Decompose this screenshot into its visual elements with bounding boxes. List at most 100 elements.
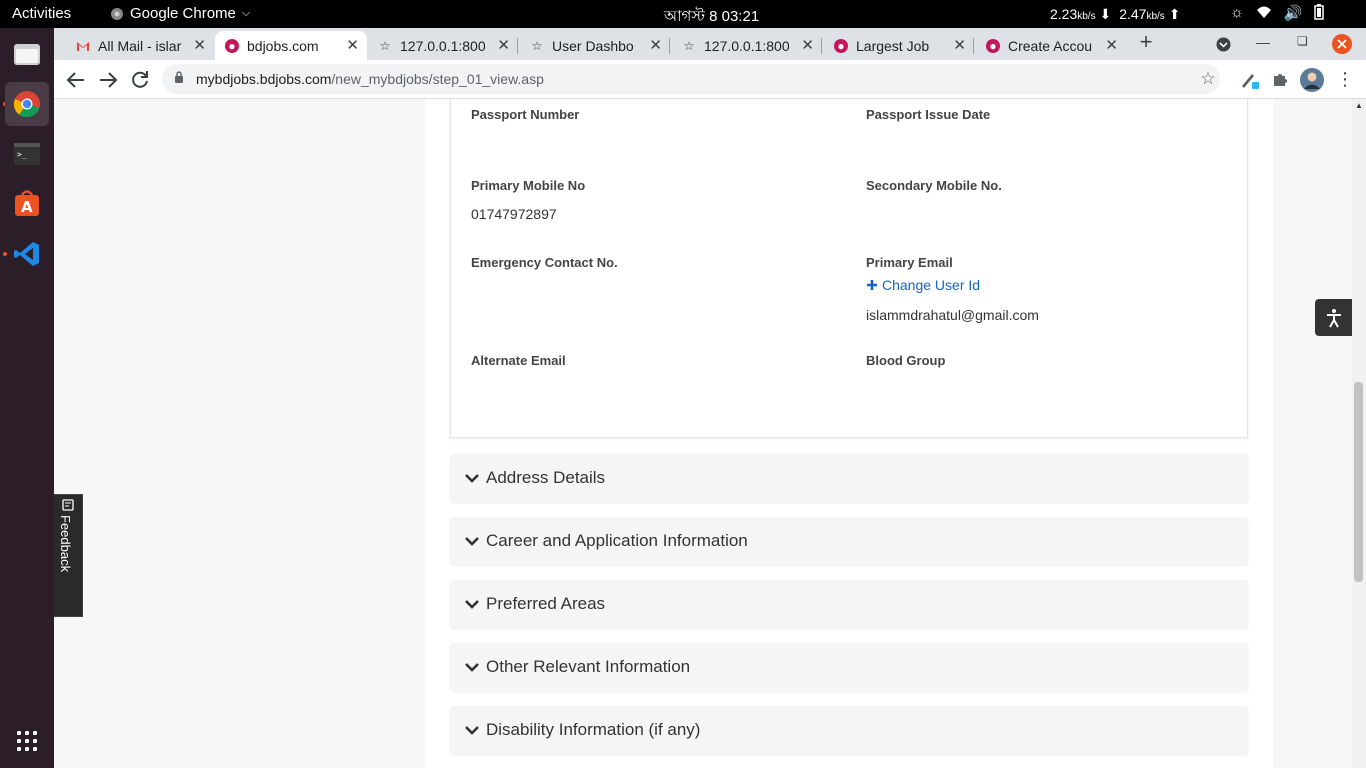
vscode-icon[interactable] <box>5 232 49 276</box>
system-tray[interactable]: ☼ 🔊 <box>1230 4 1325 22</box>
primary-email-value: islammdrahatul@gmail.com <box>866 307 1039 323</box>
close-icon[interactable]: ✕ <box>497 36 510 54</box>
battery-icon <box>1314 4 1325 20</box>
forward-arrow-icon[interactable] <box>96 68 120 92</box>
chevron-down-icon <box>465 663 479 672</box>
wifi-icon <box>1256 6 1271 18</box>
section-title: Disability Information (if any) <box>486 720 701 739</box>
accessibility-icon <box>1326 308 1341 327</box>
tab-title: Create Accou <box>1008 37 1093 54</box>
section-title: Other Relevant Information <box>486 657 691 676</box>
section-title: Preferred Areas <box>486 594 606 613</box>
tab-title: 127.0.0.1:800 <box>704 37 790 54</box>
close-icon[interactable]: ✕ <box>346 36 359 54</box>
software-center-icon[interactable]: A <box>5 182 49 226</box>
feedback-icon <box>62 499 74 511</box>
tab-strip: All Mail - islar ✕ ● bdjobs.com ✕ ☆ 127.… <box>54 28 1366 60</box>
window-close-icon[interactable] <box>1332 34 1352 54</box>
primary-email-label: Primary Email <box>866 255 953 270</box>
chrome-icon[interactable] <box>5 82 49 126</box>
reload-icon[interactable] <box>128 68 152 92</box>
chevron-down-icon <box>465 726 479 735</box>
tab-title: Largest Job <box>856 37 930 54</box>
terminal-icon[interactable]: >_ <box>5 132 49 176</box>
extensions-puzzle-icon[interactable] <box>1271 71 1289 89</box>
upload-arrow-icon: ⬆ <box>1168 6 1181 22</box>
net-up-value: 2.47 <box>1119 6 1147 22</box>
feedback-label: Feedback <box>58 515 73 573</box>
secondary-mobile-label: Secondary Mobile No. <box>866 178 1002 193</box>
tab-create-account[interactable]: ● Create Accou ✕ <box>976 31 1126 60</box>
tab-largest-job[interactable]: ● Largest Job ✕ <box>824 31 974 60</box>
star-icon: ☆ <box>683 38 695 53</box>
section-disability-information[interactable]: Disability Information (if any) <box>450 706 1248 754</box>
plus-icon <box>867 280 877 290</box>
accessibility-button[interactable] <box>1315 299 1352 336</box>
bdjobs-icon: ● <box>834 38 848 53</box>
restore-icon[interactable]: ❏ <box>1297 34 1308 48</box>
section-other-relevant[interactable]: Other Relevant Information <box>450 643 1248 691</box>
back-arrow-icon[interactable] <box>64 68 88 92</box>
change-user-id-label: Change User Id <box>882 277 981 293</box>
show-applications-icon[interactable] <box>17 731 37 751</box>
bdjobs-icon: ● <box>986 38 1000 53</box>
blood-group-label: Blood Group <box>866 353 946 368</box>
tab-bdjobs[interactable]: ● bdjobs.com ✕ <box>215 31 367 60</box>
primary-mobile-label: Primary Mobile No <box>471 178 586 193</box>
chevron-down-icon <box>465 474 479 483</box>
section-title: Address Details <box>486 468 606 487</box>
lock-icon <box>175 71 183 83</box>
svg-text:>_: >_ <box>17 150 27 159</box>
tab-all-mail[interactable]: All Mail - islar ✕ <box>66 31 214 60</box>
system-top-bar: Activities Google Chrome ⌵ আগস্ট 8 03:21… <box>0 0 1366 28</box>
network-speed: 2.23kb/s ⬇ 2.47kb/s ⬆ <box>1050 6 1180 23</box>
app-menu[interactable]: Google Chrome ⌵ <box>110 5 250 22</box>
new-tab-plus-icon[interactable]: + <box>1135 29 1157 54</box>
app-menu-label: Google Chrome <box>130 5 236 22</box>
section-address-details[interactable]: Address Details <box>450 454 1248 502</box>
url-path: /new_mybdjobs/step_01_view.asp <box>331 71 544 87</box>
extension-pen-icon[interactable] <box>1240 70 1260 90</box>
net-up-unit: kb/s <box>1146 11 1165 22</box>
section-preferred-areas[interactable]: Preferred Areas <box>450 580 1248 628</box>
chevron-down-icon: ⌵ <box>241 7 251 19</box>
volume-icon: 🔊 <box>1283 5 1303 22</box>
address-bar[interactable]: mybdjobs.bdjobs.com/new_mybdjobs/step_01… <box>162 64 1220 94</box>
section-title: Career and Application Information <box>486 531 748 550</box>
feedback-tab[interactable]: Feedback <box>54 494 83 617</box>
tab-localhost-2[interactable]: ☆ 127.0.0.1:800 ✕ <box>672 31 822 60</box>
contact-details-panel: Passport Number Passport Issue Date Prim… <box>450 99 1248 438</box>
files-icon[interactable] <box>5 32 49 76</box>
minimize-icon[interactable]: — <box>1256 34 1270 50</box>
svg-text:A: A <box>21 198 33 216</box>
brightness-icon: ☼ <box>1230 4 1244 21</box>
activities-button[interactable]: Activities <box>12 5 71 22</box>
tab-localhost-1[interactable]: ☆ 127.0.0.1:800 ✕ <box>368 31 518 60</box>
page-viewport: Passport Number Passport Issue Date Prim… <box>54 99 1352 768</box>
emergency-contact-label: Emergency Contact No. <box>471 255 618 270</box>
browser-toolbar: mybdjobs.bdjobs.com/new_mybdjobs/step_01… <box>54 60 1366 99</box>
net-down-value: 2.23 <box>1050 6 1078 22</box>
chrome-small-icon <box>111 7 123 20</box>
close-icon[interactable]: ✕ <box>193 36 206 54</box>
scrollbar-thumb[interactable] <box>1354 382 1363 582</box>
close-icon[interactable]: ✕ <box>1105 36 1118 54</box>
close-icon[interactable]: ✕ <box>801 36 814 54</box>
section-career-application[interactable]: Career and Application Information <box>450 517 1248 565</box>
profile-avatar-icon[interactable] <box>1300 68 1324 92</box>
ubuntu-dock: >_ A <box>0 28 54 768</box>
close-icon[interactable]: ✕ <box>953 36 966 54</box>
tab-search-icon[interactable] <box>1216 37 1231 52</box>
change-user-id-link[interactable]: Change User Id <box>866 277 980 293</box>
tab-user-dashboard[interactable]: ☆ User Dashbo ✕ <box>520 31 670 60</box>
scroll-up-arrow-icon[interactable]: ▲ <box>1355 101 1363 110</box>
bookmark-star-icon[interactable]: ☆ <box>1197 68 1219 90</box>
more-vert-icon[interactable]: ⋮ <box>1334 68 1356 90</box>
net-down-unit: kb/s <box>1077 11 1096 22</box>
star-icon: ☆ <box>531 38 543 53</box>
tab-title: bdjobs.com <box>247 37 319 54</box>
url-host: mybdjobs.bdjobs.com <box>196 71 332 87</box>
clock[interactable]: আগস্ট 8 03:21 <box>664 5 759 30</box>
close-icon[interactable]: ✕ <box>649 36 662 54</box>
primary-mobile-value: 01747972897 <box>471 206 557 222</box>
